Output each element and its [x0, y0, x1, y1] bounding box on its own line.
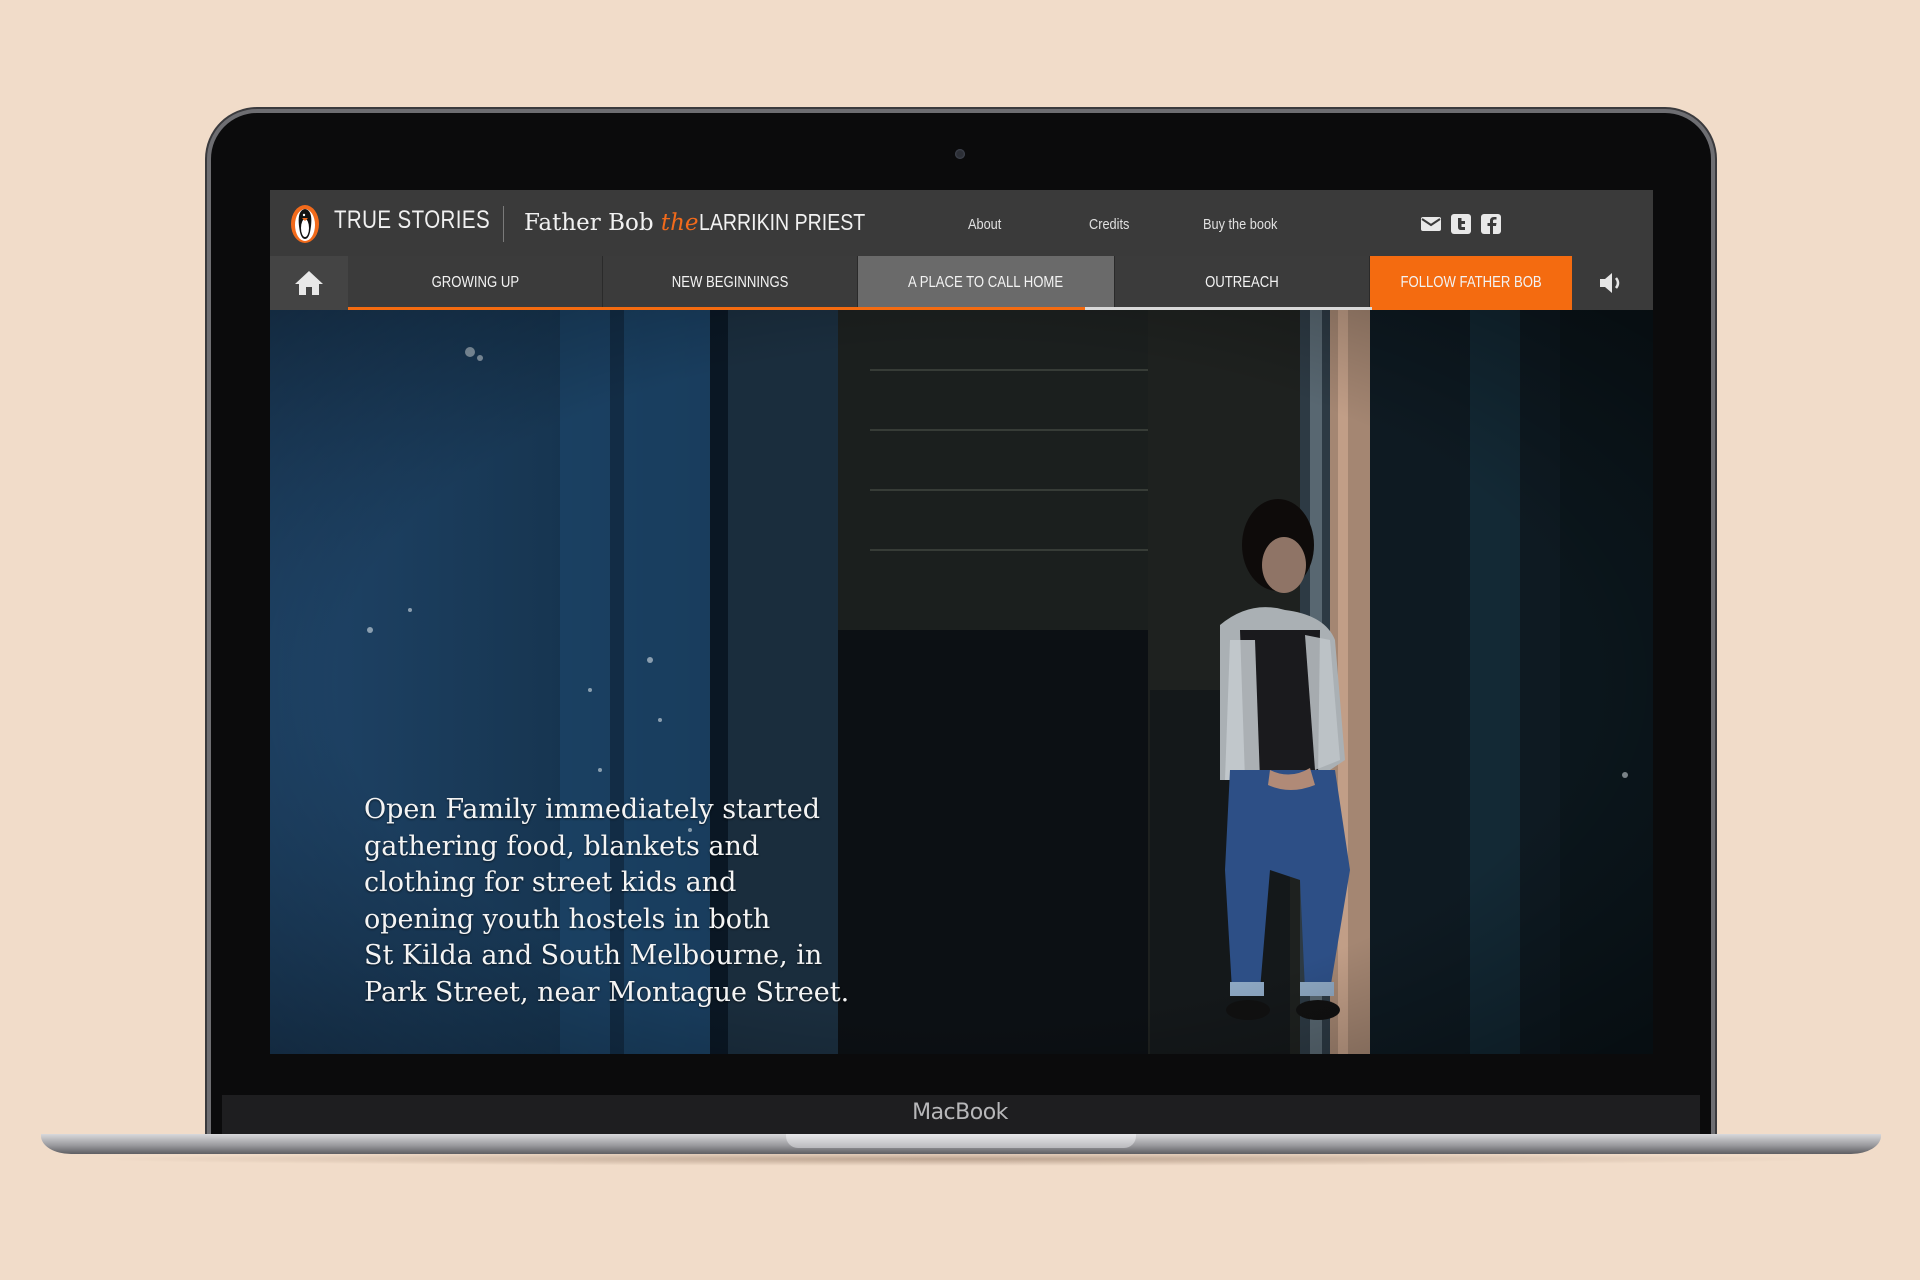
- caption-line: clothing for street kids and: [364, 867, 737, 898]
- laptop-hinge-notch: [786, 1134, 1136, 1148]
- facebook-icon[interactable]: [1480, 214, 1502, 234]
- email-icon[interactable]: [1420, 214, 1442, 234]
- laptop-shadow: [80, 1152, 1840, 1166]
- tab-outreach[interactable]: OUTREACH: [1115, 256, 1370, 310]
- header-divider: [503, 206, 504, 242]
- site-header: TRUE STORIES Father Bob the LARRIKIN PRI…: [270, 190, 1653, 256]
- tab-label: NEW BEGINNINGS: [671, 274, 789, 291]
- caption-line: opening youth hostels in both: [364, 903, 771, 935]
- penguin-logo-icon[interactable]: [290, 204, 320, 244]
- tab-label: A PLACE TO CALL HOME: [908, 274, 1064, 291]
- sound-toggle-button[interactable]: [1572, 256, 1653, 310]
- book-title-part2: LARRIKIN PRIEST: [698, 209, 865, 235]
- story-caption: Open Family immediately started gatherin…: [364, 792, 884, 1011]
- caption-line: St Kilda and South Melbourne, in: [364, 940, 823, 971]
- home-icon: [295, 271, 323, 295]
- speaker-icon: [1600, 273, 1620, 293]
- browser-viewport: TRUE STORIES Father Bob the LARRIKIN PRI…: [270, 190, 1653, 1054]
- book-title-the: the: [660, 210, 699, 236]
- follow-label: FOLLOW FATHER BOB: [1400, 274, 1542, 291]
- tab-a-place-to-call-home[interactable]: A PLACE TO CALL HOME: [858, 256, 1115, 310]
- tab-label: OUTREACH: [1205, 274, 1279, 291]
- book-title: Father Bob the LARRIKIN PRIEST: [524, 209, 894, 236]
- caption-line: Open Family immediately started: [364, 794, 821, 825]
- camera-icon: [955, 149, 965, 159]
- caption-line: Park Street, near Montague Street.: [364, 976, 850, 1008]
- caption-line: gathering food, blankets and: [364, 830, 760, 862]
- tab-label: GROWING UP: [431, 274, 519, 291]
- follow-father-bob-button[interactable]: FOLLOW FATHER BOB: [1370, 256, 1572, 310]
- device-label: MacBook: [912, 1100, 1008, 1125]
- home-button[interactable]: [270, 256, 349, 310]
- buy-the-book-link[interactable]: Buy the book: [1203, 216, 1277, 233]
- twitter-icon[interactable]: [1450, 214, 1472, 234]
- about-link[interactable]: About: [968, 216, 1001, 233]
- video-still: Open Family immediately started gatherin…: [270, 310, 1653, 1054]
- brand-name[interactable]: TRUE STORIES: [334, 206, 490, 235]
- tab-new-beginnings[interactable]: NEW BEGINNINGS: [603, 256, 858, 310]
- chapter-nav: GROWING UP NEW BEGINNINGS A PLACE TO CAL…: [270, 256, 1653, 310]
- tab-growing-up[interactable]: GROWING UP: [348, 256, 603, 310]
- credits-link[interactable]: Credits: [1089, 216, 1129, 233]
- book-title-part1: Father Bob: [524, 210, 661, 236]
